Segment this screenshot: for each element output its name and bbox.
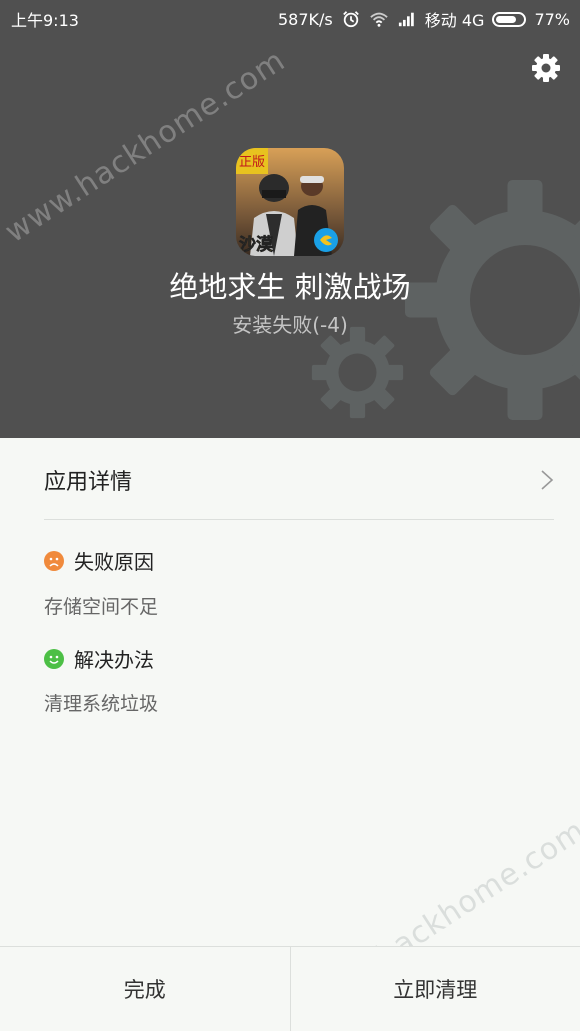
clean-now-button[interactable]: 立即清理 xyxy=(291,947,580,1031)
app-details-row[interactable]: 应用详情 xyxy=(44,440,554,520)
background-small-gear-icon xyxy=(311,326,404,419)
install-status: 安装失败(-4) xyxy=(232,313,348,337)
failure-reason-title: 失败原因 xyxy=(74,550,154,574)
wifi-icon xyxy=(370,12,388,27)
status-right: 587K/s 移动 4G 77% xyxy=(278,7,570,31)
failure-reason-header: 失败原因 xyxy=(44,546,154,575)
solution-header: 解决办法 xyxy=(44,644,154,673)
bottom-action-bar: 完成 立即清理 xyxy=(0,946,580,1031)
solution-title: 解决办法 xyxy=(74,648,154,672)
status-carrier: 移动 4G xyxy=(424,11,485,30)
smile-face-icon xyxy=(44,648,64,669)
app-details-label: 应用详情 xyxy=(44,469,133,495)
header-panel: www.hackhome.com 上午9:13 587K/s 移动 4G 77%… xyxy=(0,0,580,438)
failure-reason-text: 存储空间不足 xyxy=(44,596,159,618)
settings-gear-icon[interactable] xyxy=(530,52,562,84)
status-battery-percent: 77% xyxy=(534,9,570,29)
chevron-right-icon xyxy=(541,469,554,490)
sad-face-icon xyxy=(44,550,64,571)
app-icon: 正版 沙漠 xyxy=(236,148,344,256)
status-speed: 587K/s xyxy=(278,9,333,29)
done-button[interactable]: 完成 xyxy=(0,947,291,1031)
app-badge-top: 正版 xyxy=(239,155,265,170)
solution-text: 清理系统垃圾 xyxy=(44,693,159,715)
app-badge-bottom: 沙漠 xyxy=(239,234,274,255)
app-name: 绝地求生 刺激战场 xyxy=(169,270,411,304)
status-time: 上午9:13 xyxy=(11,11,79,30)
signal-icon xyxy=(398,12,414,27)
battery-icon xyxy=(492,11,527,27)
alarm-icon xyxy=(342,11,359,28)
status-bar: 上午9:13 587K/s 移动 4G 77% xyxy=(0,0,580,34)
